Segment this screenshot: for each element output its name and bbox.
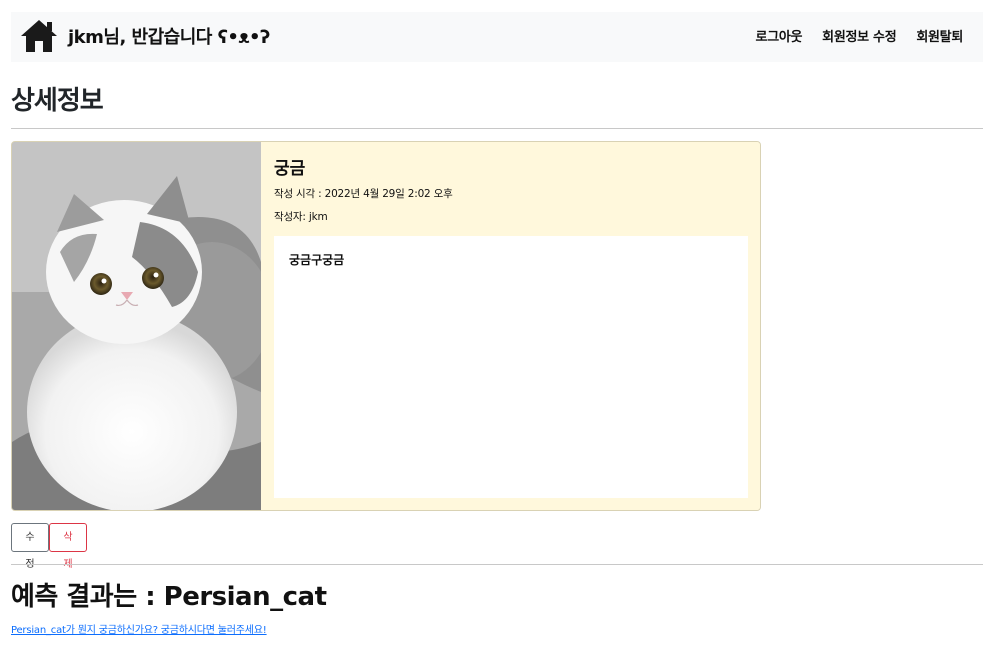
delete-account-link[interactable]: 회원탈퇴: [916, 26, 963, 45]
delete-button[interactable]: 삭제: [49, 523, 87, 570]
post-details: 궁금 작성 시각 : 2022년 4월 29일 2:02 오후 작성자: jkm…: [262, 142, 760, 510]
navbar-greeting: jkm님, 반갑습니다 ʕ•ᴥ•ʔ: [68, 27, 270, 48]
post-author: 작성자: jkm: [274, 211, 328, 223]
navbar-links: 로그아웃 회원정보 수정 회원탈퇴: [756, 26, 964, 45]
post-content: 궁금구궁금: [289, 253, 345, 267]
post-title: 궁금: [274, 159, 306, 179]
prediction-result: 예측 결과는 : Persian_cat: [11, 582, 327, 612]
post-content-box: 궁금구궁금: [274, 236, 748, 498]
cat-image: [12, 142, 261, 510]
home-icon[interactable]: [20, 18, 58, 54]
navbar: jkm님, 반갑습니다 ʕ•ᴥ•ʔ 로그아웃 회원정보 수정 회원탈퇴: [11, 12, 983, 62]
edit-profile-link[interactable]: 회원정보 수정: [822, 26, 896, 45]
post-created-at: 작성 시각 : 2022년 4월 29일 2:02 오후: [274, 188, 453, 200]
divider-bottom: [11, 564, 983, 565]
edit-button[interactable]: 수정: [11, 523, 49, 570]
post-card: 궁금 작성 시각 : 2022년 4월 29일 2:02 오후 작성자: jkm…: [11, 141, 761, 511]
divider-top: [11, 128, 983, 129]
logout-link[interactable]: 로그아웃: [756, 26, 803, 45]
prediction-info-link[interactable]: Persian_cat가 뭔지 궁금하신가요? 궁금하시다면 눌러주세요!: [11, 621, 267, 636]
page-title: 상세정보: [11, 86, 104, 116]
